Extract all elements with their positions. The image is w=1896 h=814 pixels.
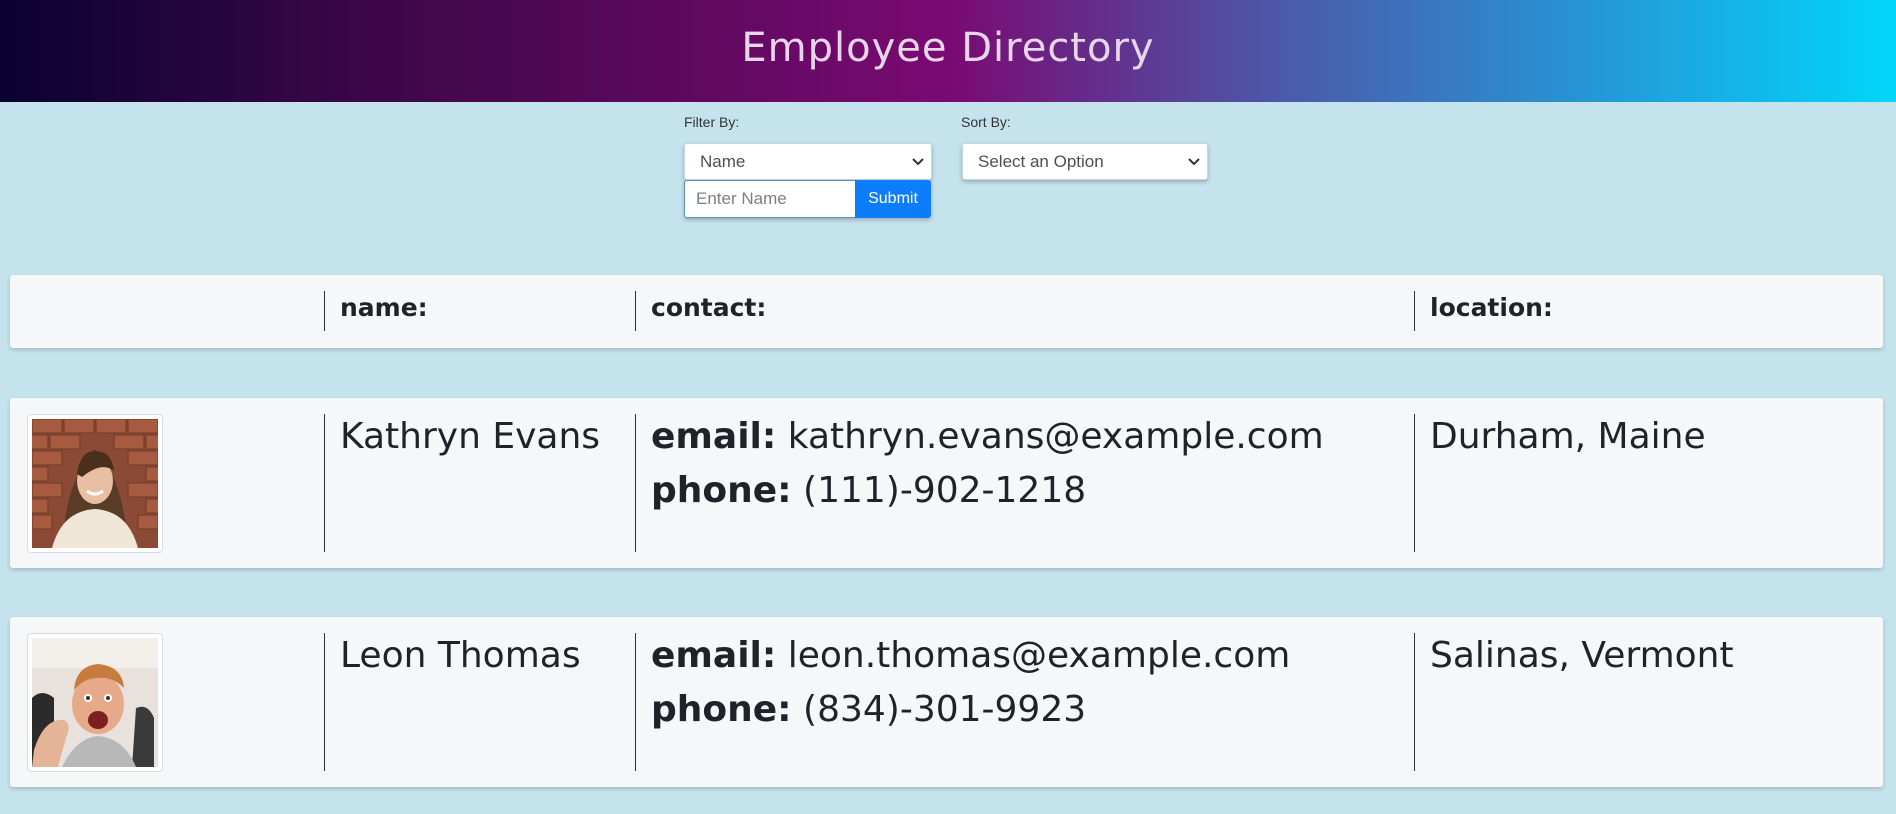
phone-value: (111)-902-1218 [803,470,1087,511]
filter-by-select[interactable]: Name [684,143,932,180]
column-divider [635,291,636,331]
table-row: Leon Thomas email: leon.thomas@example.c… [10,617,1883,787]
phone-value: (834)-301-9923 [803,689,1087,730]
column-divider [324,633,325,771]
column-divider [1414,291,1415,331]
employee-photo [32,638,158,767]
chevron-down-icon [1188,158,1200,166]
column-divider [1414,414,1415,552]
employee-phone: phone: (834)-301-9923 [651,683,1086,737]
employee-email: email: kathryn.evans@example.com [651,410,1324,464]
employee-location: Durham, Maine [1430,416,1706,457]
name-search-input[interactable] [684,180,855,218]
column-header-name: name: [340,293,428,322]
sort-by-select[interactable]: Select an Option [962,143,1208,180]
employee-location: Salinas, Vermont [1430,635,1734,676]
employee-phone: phone: (111)-902-1218 [651,464,1086,518]
employee-name: Leon Thomas [340,635,581,676]
name-search-group: Submit [684,180,931,218]
column-header-contact: contact: [651,293,767,322]
column-header-location: location: [1430,293,1553,322]
filter-by-value: Name [700,151,746,171]
column-divider [635,414,636,552]
sort-by-value: Select an Option [978,151,1104,171]
filter-by-label: Filter By: [684,114,740,130]
employee-photo [32,419,158,548]
email-label: email: [651,635,777,676]
email-value: kathryn.evans@example.com [787,416,1324,457]
email-label: email: [651,416,777,457]
table-header: name: contact: location: [10,275,1883,348]
sort-by-label: Sort By: [961,114,1011,130]
phone-label: phone: [651,689,792,730]
employee-name: Kathryn Evans [340,416,601,457]
column-divider [324,414,325,552]
phone-label: phone: [651,470,792,511]
employee-email: email: leon.thomas@example.com [651,629,1290,683]
column-divider [324,291,325,331]
column-divider [635,633,636,771]
submit-button[interactable]: Submit [855,180,931,218]
avatar [27,414,163,553]
avatar [27,633,163,772]
column-divider [1414,633,1415,771]
email-value: leon.thomas@example.com [787,635,1291,676]
chevron-down-icon [912,158,924,166]
page-header: Employee Directory [0,0,1896,102]
page-title: Employee Directory [741,25,1155,71]
table-row: Kathryn Evans email: kathryn.evans@examp… [10,398,1883,568]
